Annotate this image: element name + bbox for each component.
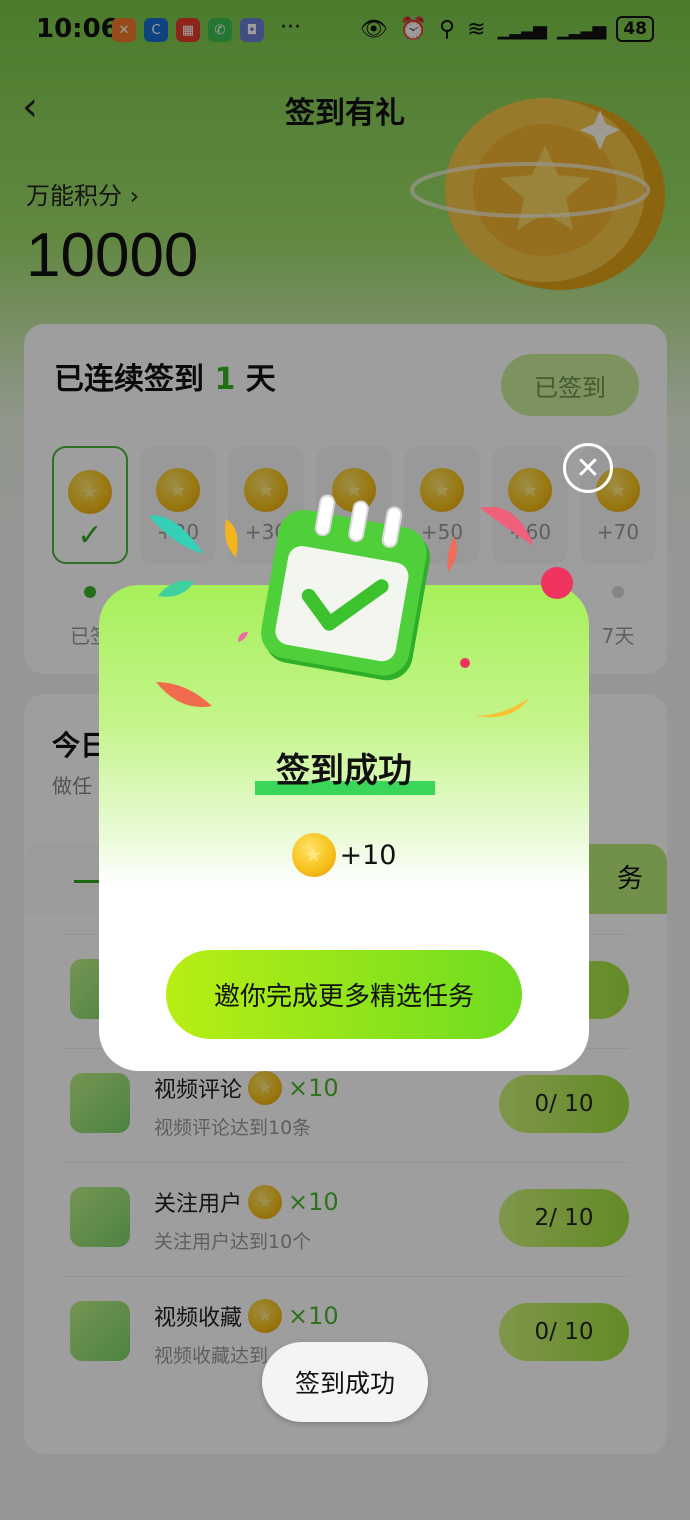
confetti-decoration (475, 698, 529, 718)
reward-amount: +10 (339, 839, 397, 871)
confetti-decoration (149, 515, 204, 554)
confetti-decoration (225, 519, 238, 557)
modal-title: 签到成功 (276, 751, 412, 791)
more-tasks-button[interactable]: 邀你完成更多精选任务 (166, 950, 522, 1039)
confetti-decoration (158, 580, 194, 597)
confetti-decoration (156, 682, 212, 707)
signin-page: 10:06 ✕ C ▦ ✆ ◘ ··· 👁 ⏰ ⚲ ≋ ▁▂▃▅ ▁▂▃▅ 48… (0, 0, 690, 1520)
confetti-decoration (460, 658, 470, 668)
close-icon[interactable]: ✕ (563, 443, 613, 493)
calendar-check-icon (261, 494, 430, 681)
modal-reward: +10 (99, 833, 589, 877)
confetti-decoration (238, 632, 248, 642)
coin-icon (291, 833, 336, 877)
confetti-decoration (447, 536, 457, 572)
confetti-decoration (480, 506, 534, 546)
toast-message: 签到成功 (262, 1342, 428, 1422)
confetti-decoration (541, 567, 573, 599)
